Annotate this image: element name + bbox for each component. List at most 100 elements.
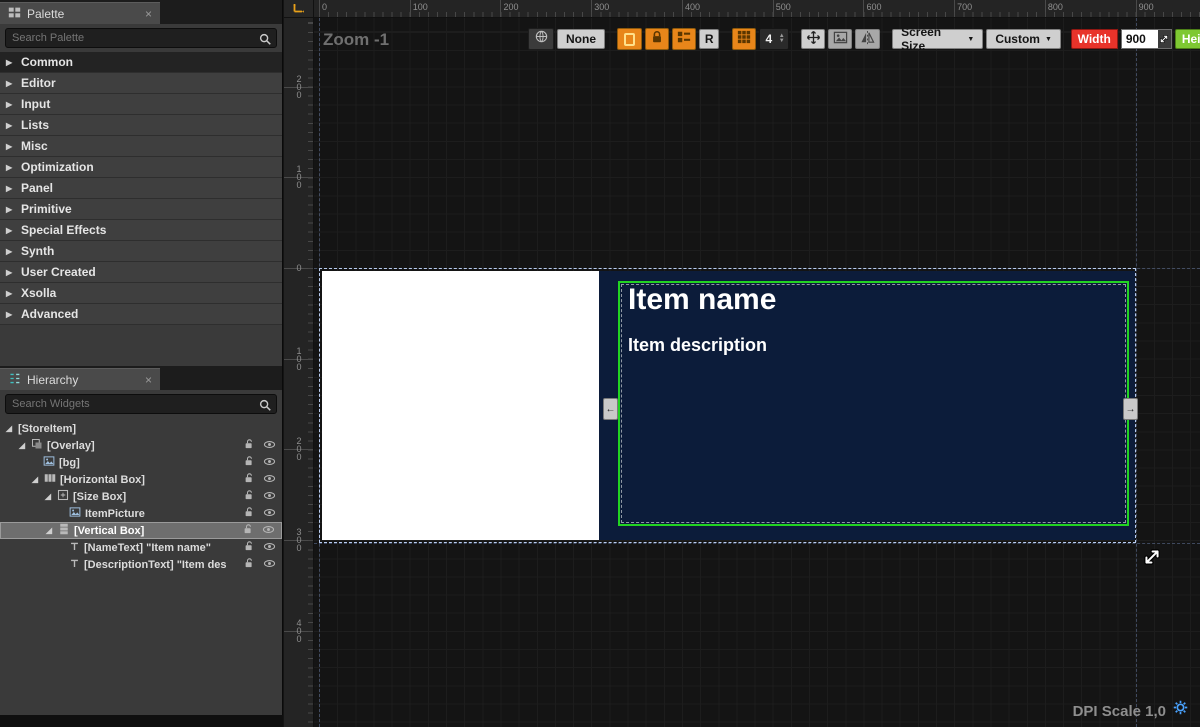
palette-category-optimization[interactable]: ▶Optimization [0, 157, 282, 178]
expand-arrow-icon[interactable]: ◢ [30, 475, 40, 484]
palette-category-primitive[interactable]: ▶Primitive [0, 199, 282, 220]
localization-preview-button[interactable] [528, 28, 554, 50]
ruler-corner[interactable] [284, 0, 314, 18]
show-slots-button[interactable] [672, 28, 696, 50]
tree-row-overlay[interactable]: ◢ [Overlay] [0, 437, 282, 454]
design-canvas[interactable]: Zoom -1 None R 4 ▲▼ [314, 18, 1200, 727]
image-icon [833, 30, 848, 48]
tree-row-vertical-box[interactable]: ◢ [Vertical Box] [0, 522, 282, 539]
custom-size-label: Custom [995, 32, 1040, 46]
expand-arrow-icon[interactable]: ◢ [43, 492, 53, 501]
eye-icon[interactable] [262, 523, 275, 539]
eye-icon[interactable] [263, 489, 276, 505]
tab-palette[interactable]: Palette × [0, 2, 160, 24]
custom-size-dropdown[interactable]: Custom ▼ [986, 29, 1061, 49]
ruler-label: 2 0 0 [292, 437, 306, 461]
tree-row-storeitem[interactable]: ◢ [StoreItem] [0, 420, 282, 437]
eye-icon[interactable] [263, 540, 276, 556]
hierarchy-tab-label: Hierarchy [27, 373, 78, 387]
height-label-chip: Height [1175, 29, 1200, 49]
chevron-right-icon: ▶ [6, 268, 15, 277]
tree-row-size-box[interactable]: ◢ [Size Box] [0, 488, 282, 505]
flow-direction-button[interactable]: None [557, 29, 605, 49]
eye-icon[interactable] [263, 557, 276, 573]
lock-open-icon[interactable] [243, 489, 255, 504]
tree-row-descriptiontext[interactable]: [DescriptionText] "Item des [0, 556, 282, 573]
tree-row-bg[interactable]: [bg] [0, 454, 282, 471]
resize-cursor-icon [1142, 547, 1162, 572]
palette-category-synth[interactable]: ▶Synth [0, 241, 282, 262]
globe-icon [534, 29, 549, 49]
tree-label: [StoreItem] [18, 423, 76, 435]
vertical-box-selection[interactable]: Item name Item description [618, 281, 1129, 526]
stepper-arrows-icon[interactable]: ▲▼ [778, 34, 788, 44]
gear-icon[interactable] [1173, 700, 1188, 720]
palette-search-input[interactable] [6, 29, 276, 47]
grid-snap-size-stepper[interactable]: 4 ▲▼ [759, 28, 789, 50]
lock-open-icon[interactable] [243, 540, 255, 555]
width-input[interactable] [1122, 32, 1158, 46]
lock-open-icon[interactable] [243, 472, 255, 487]
hierarchy-search-input[interactable] [6, 395, 276, 413]
transform-mode-button[interactable] [801, 29, 825, 49]
palette-category-panel[interactable]: ▶Panel [0, 178, 282, 199]
outline-toggle-button[interactable] [617, 28, 641, 50]
ruler-tick [1136, 0, 1137, 17]
tab-hierarchy[interactable]: Hierarchy × [0, 368, 160, 390]
lock-open-icon[interactable] [243, 455, 255, 470]
item-picture-slot[interactable] [322, 271, 599, 540]
tree-row-horizontal-box[interactable]: ◢ [Horizontal Box] [0, 471, 282, 488]
palette-category-special-effects[interactable]: ▶Special Effects [0, 220, 282, 241]
reorder-right-handle[interactable]: → [1123, 398, 1138, 420]
category-label: Synth [21, 244, 54, 258]
reorder-left-handle[interactable]: ← [603, 398, 618, 420]
chevron-right-icon: ▶ [6, 163, 15, 172]
mirror-preview-button[interactable] [855, 29, 879, 49]
palette-category-user-created[interactable]: ▶User Created [0, 262, 282, 283]
ruler-label: 1 0 0 [292, 347, 306, 371]
hierarchy-panel: Hierarchy × ◢ [StoreItem] ◢ [Over [0, 366, 282, 715]
resize-corner-icon[interactable] [1158, 30, 1171, 48]
expand-arrow-icon[interactable]: ◢ [17, 441, 27, 450]
tree-row-itempicture[interactable]: ItemPicture [0, 505, 282, 522]
item-name-text[interactable]: Item name [628, 283, 776, 317]
chevron-down-icon: ▼ [1045, 36, 1052, 43]
palette-category-xsolla[interactable]: ▶Xsolla [0, 283, 282, 304]
palette-category-common[interactable]: ▶Common [0, 52, 282, 73]
lock-open-icon[interactable] [242, 523, 254, 538]
item-description-text[interactable]: Item description [628, 335, 767, 356]
chevron-right-icon: ▶ [6, 58, 15, 67]
expand-arrow-icon[interactable]: ◢ [4, 424, 14, 433]
palette-category-lists[interactable]: ▶Lists [0, 115, 282, 136]
palette-category-advanced[interactable]: ▶Advanced [0, 304, 282, 325]
palette-category-editor[interactable]: ▶Editor [0, 73, 282, 94]
eye-icon[interactable] [263, 506, 276, 522]
eye-icon[interactable] [263, 438, 276, 454]
horizontal-box-icon [44, 472, 56, 487]
screen-size-dropdown[interactable]: Screen Size▼ [892, 29, 983, 49]
ruler-label: 2 0 0 [292, 75, 306, 99]
palette-category-input[interactable]: ▶Input [0, 94, 282, 115]
close-icon[interactable]: × [145, 373, 152, 387]
preview-background-button[interactable] [828, 29, 852, 49]
respect-locks-button[interactable]: R [699, 29, 719, 49]
lock-open-icon[interactable] [243, 506, 255, 521]
storeitem-widget-preview[interactable]: Item name Item description ← → [319, 268, 1136, 543]
expand-arrow-icon[interactable]: ◢ [44, 526, 54, 535]
left-dock: Palette × ▶Common ▶Editor ▶Input ▶Lists … [0, 0, 283, 727]
grid-snap-button[interactable] [732, 28, 756, 50]
lock-open-icon[interactable] [243, 557, 255, 572]
tree-row-nametext[interactable]: [NameText] "Item name" [0, 539, 282, 556]
chevron-right-icon: ▶ [6, 184, 15, 193]
search-icon [258, 32, 272, 51]
tree-label: [bg] [59, 457, 80, 469]
close-icon[interactable]: × [145, 7, 152, 21]
eye-icon[interactable] [263, 455, 276, 471]
category-label: Xsolla [21, 286, 56, 300]
category-label: Advanced [21, 307, 78, 321]
category-label: Input [21, 97, 50, 111]
eye-icon[interactable] [263, 472, 276, 488]
lock-widgets-button[interactable] [645, 28, 669, 50]
palette-category-misc[interactable]: ▶Misc [0, 136, 282, 157]
lock-open-icon[interactable] [243, 438, 255, 453]
